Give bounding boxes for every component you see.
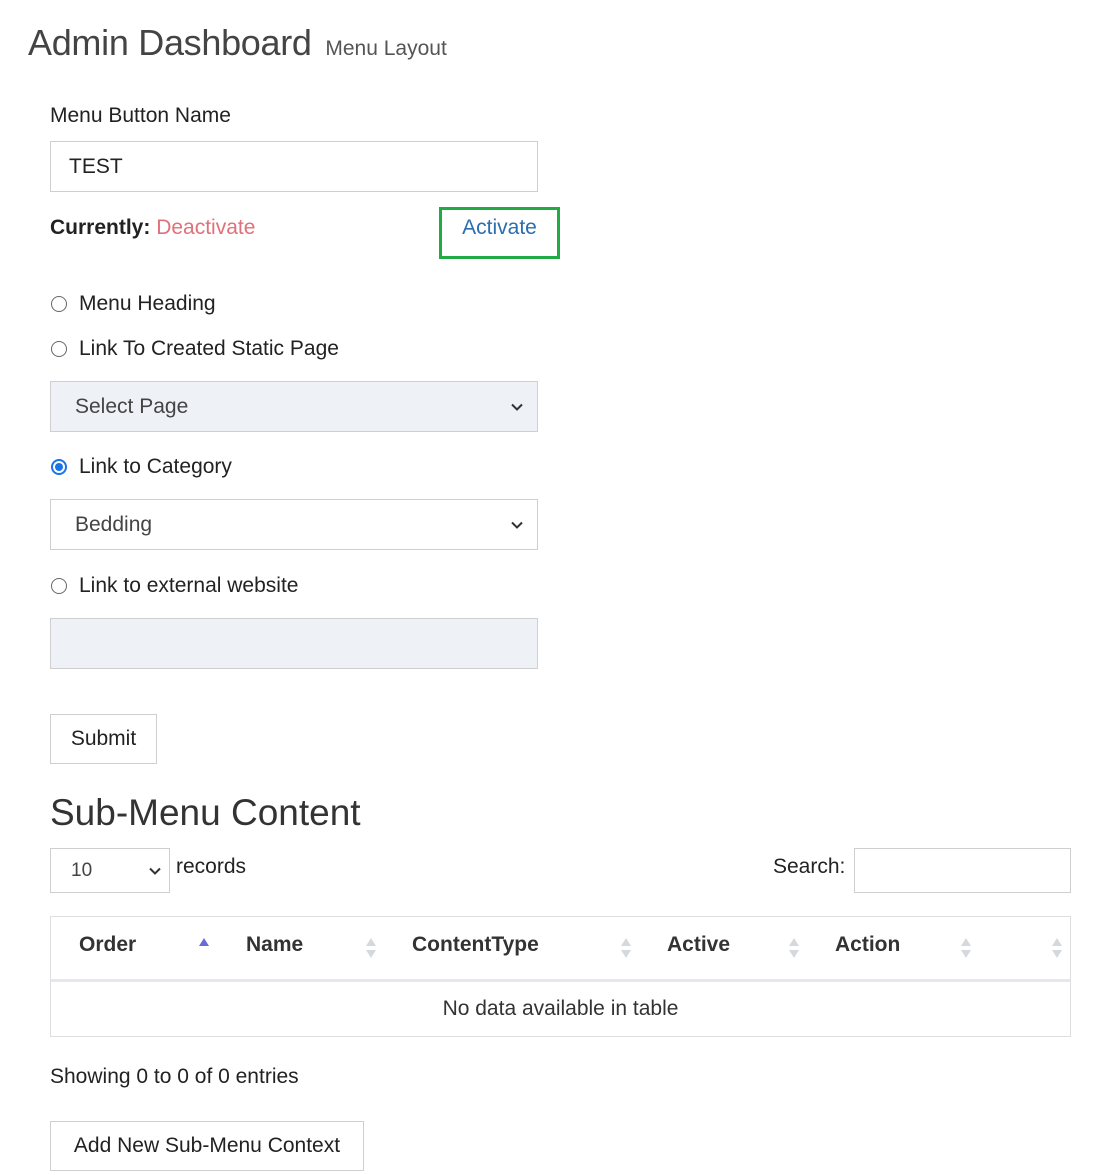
submit-button[interactable]: Submit	[50, 714, 157, 764]
records-label: records	[176, 855, 247, 878]
radio-external-website[interactable]: Link to external website	[51, 574, 298, 598]
radio-label-category: Link to Category	[79, 455, 232, 478]
radio-button-category[interactable]	[51, 459, 67, 475]
submenu-title: Sub-Menu Content	[50, 792, 361, 833]
radio-button-external-website[interactable]	[51, 578, 67, 594]
column-header-active[interactable]: Active	[667, 933, 730, 957]
currently-label: Currently:	[50, 216, 151, 239]
column-header-action[interactable]: Action	[835, 933, 900, 957]
records-per-page-value: 10	[71, 859, 93, 881]
table-header: Order Name ContentType Active Action	[51, 917, 1070, 982]
radio-menu-heading[interactable]: Menu Heading	[51, 292, 216, 316]
column-header-name[interactable]: Name	[246, 933, 303, 957]
radio-static-page[interactable]: Link To Created Static Page	[51, 337, 339, 361]
menu-button-name-label: Menu Button Name	[50, 104, 231, 127]
column-header-order[interactable]: Order	[79, 933, 136, 957]
activate-link[interactable]: Activate	[439, 207, 560, 259]
menu-button-name-input[interactable]: TEST	[50, 141, 538, 192]
sort-icon[interactable]	[788, 936, 800, 960]
radio-label-static-page: Link To Created Static Page	[79, 337, 339, 360]
current-status: Currently: Deactivate	[50, 216, 255, 240]
column-header-contenttype[interactable]: ContentType	[412, 933, 539, 957]
submenu-table: Order Name ContentType Active Action No …	[50, 916, 1071, 1037]
static-page-select-value: Select Page	[75, 394, 189, 418]
sort-icon[interactable]	[620, 936, 632, 960]
sort-icon[interactable]	[1051, 936, 1063, 960]
add-submenu-button[interactable]: Add New Sub-Menu Context	[50, 1121, 364, 1171]
table-empty-row: No data available in table	[442, 997, 679, 1020]
page-title: Admin Dashboard Menu Layout	[28, 22, 447, 64]
category-select[interactable]: Bedding	[50, 499, 538, 550]
table-info: Showing 0 to 0 of 0 entries	[50, 1065, 299, 1088]
records-per-page-select[interactable]: 10	[50, 848, 170, 893]
sort-icon[interactable]	[960, 936, 972, 960]
chevron-down-icon	[149, 867, 161, 875]
radio-label-external-website: Link to external website	[79, 574, 299, 597]
radio-label-menu-heading: Menu Heading	[79, 292, 216, 315]
sort-ascending-icon[interactable]	[198, 936, 210, 960]
radio-category[interactable]: Link to Category	[51, 455, 232, 479]
sort-icon[interactable]	[365, 936, 377, 960]
radio-button-static-page[interactable]	[51, 341, 67, 357]
search-label: Search:	[773, 855, 846, 878]
page-title-text: Admin Dashboard	[28, 22, 312, 63]
chevron-down-icon	[511, 403, 523, 411]
radio-button-menu-heading[interactable]	[51, 296, 67, 312]
category-select-value: Bedding	[75, 512, 153, 536]
current-status-value: Deactivate	[156, 216, 256, 239]
page-subtitle: Menu Layout	[325, 37, 447, 60]
chevron-down-icon	[511, 521, 523, 529]
activate-link-label: Activate	[462, 216, 537, 239]
static-page-select[interactable]: Select Page	[50, 381, 538, 432]
search-input[interactable]	[854, 848, 1071, 893]
external-url-input[interactable]	[50, 618, 538, 669]
